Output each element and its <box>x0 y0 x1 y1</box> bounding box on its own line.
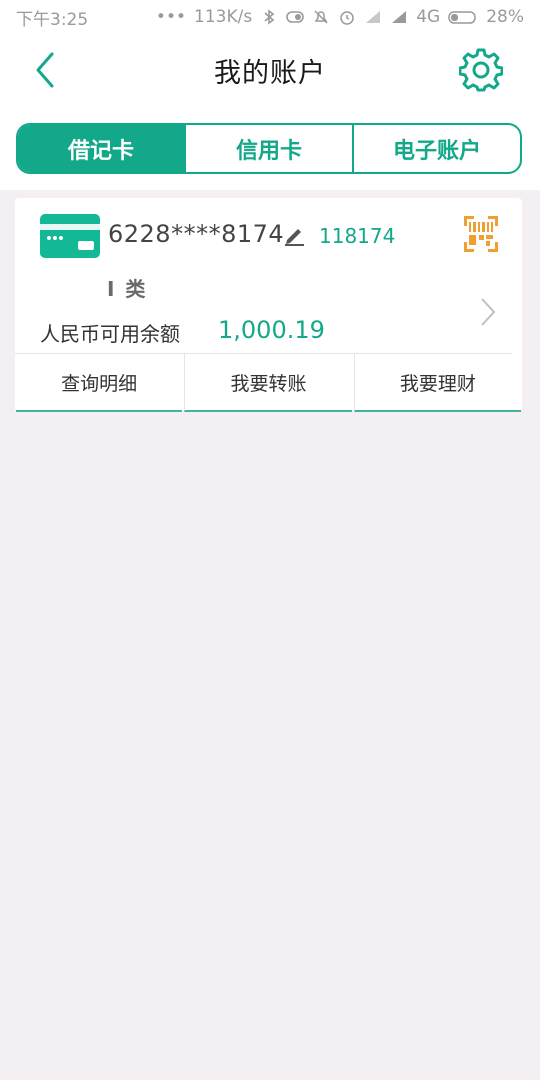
tabs-container: 借记卡 信用卡 电子账户 <box>0 106 540 190</box>
bank-card-icon <box>40 214 100 258</box>
mute-bell-icon <box>312 8 330 26</box>
chevron-left-icon <box>36 52 54 88</box>
query-details-button[interactable]: 查询明细 <box>16 354 183 412</box>
signal-icon <box>364 8 382 26</box>
pencil-icon[interactable] <box>283 224 305 246</box>
card-number: 6228****8174 <box>108 220 285 248</box>
account-type-tabs: 借记卡 信用卡 电子账户 <box>16 123 522 174</box>
qr-code-icon[interactable] <box>464 216 498 252</box>
bluetooth-icon <box>260 8 278 26</box>
toggle-icon <box>286 8 305 26</box>
alarm-icon <box>338 8 356 26</box>
tab-debit-card[interactable]: 借记卡 <box>18 125 184 172</box>
status-time: 下午3:25 <box>16 9 89 30</box>
card-actions: 查询明细 我要转账 我要理财 <box>15 354 522 412</box>
signal-hd-icon <box>390 8 408 26</box>
status-right: ••• 113K/s 4G 28% <box>156 7 524 27</box>
chevron-right-icon[interactable] <box>476 296 500 328</box>
network-type: 4G <box>416 7 441 27</box>
back-button[interactable] <box>22 48 66 92</box>
app-header: 我的账户 <box>0 34 540 106</box>
battery-icon <box>448 8 478 26</box>
balance-value: 1,000.19 <box>218 316 325 344</box>
settings-button[interactable] <box>458 47 504 93</box>
card-alias: 118174 <box>319 224 396 248</box>
tab-credit-card[interactable]: 信用卡 <box>184 125 352 172</box>
battery-percent: 28% <box>486 7 524 27</box>
card-class-label: I 类 <box>107 277 148 301</box>
balance-label: 人民币可用余额 <box>40 322 180 346</box>
network-speed: 113K/s <box>194 7 253 27</box>
account-card: 6228****8174 118174 I 类 人民币可用余额 1,000.19… <box>15 198 522 412</box>
status-bar: 下午3:25 ••• 113K/s 4G 28% <box>0 0 540 34</box>
transfer-button[interactable]: 我要转账 <box>184 354 352 412</box>
wealth-management-button[interactable]: 我要理财 <box>353 354 521 412</box>
gear-icon <box>459 48 503 92</box>
status-dots: ••• <box>155 7 187 27</box>
tab-electronic-account[interactable]: 电子账户 <box>352 125 520 172</box>
